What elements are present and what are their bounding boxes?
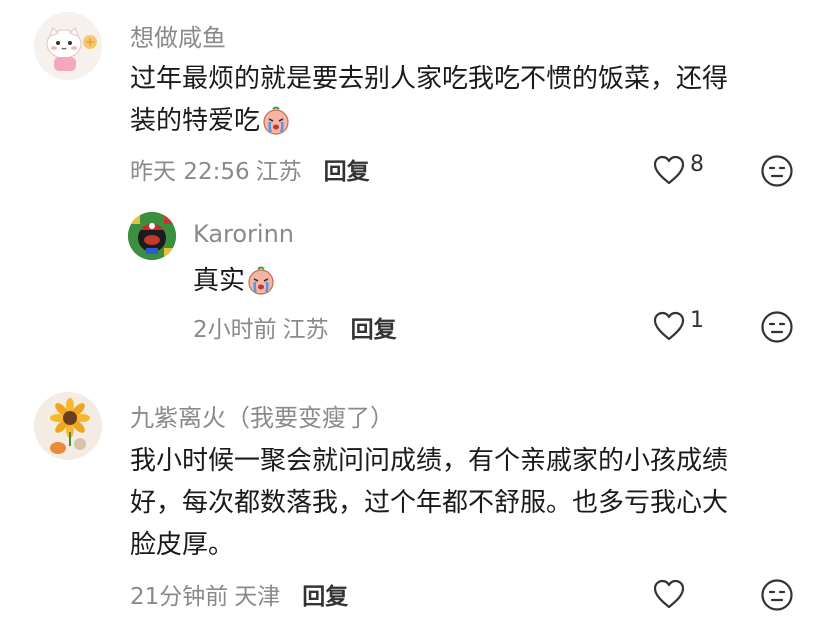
comment-text-line: 好，每次都数落我，过个年都不舒服。也多亏我心大	[130, 488, 729, 518]
comment-meta: 昨天 22:56 江苏 回复	[130, 152, 370, 186]
dislike-button[interactable]	[760, 578, 794, 616]
heart-icon	[653, 155, 685, 185]
location: 天津	[234, 584, 281, 610]
comment-text-line: 过年最烦的就是要去别人家吃我吃不惯的饭菜，还得	[130, 64, 729, 94]
comment-text: 过年最烦的就是要去别人家吃我吃不惯的饭菜，还得 装的特爱吃	[130, 58, 800, 142]
heart-icon	[653, 579, 685, 609]
comment-text-line: 真实	[193, 266, 246, 296]
like-button[interactable]	[652, 578, 686, 610]
comment-text-line: 我小时候一聚会就问问成绩，有个亲戚家的小孩成绩	[130, 446, 729, 476]
comment-item: 九紫离火（我要变瘦了） 我小时候一聚会就问问成绩，有个亲戚家的小孩成绩 好，每次…	[0, 380, 828, 635]
crying-peach-emoji	[263, 106, 289, 135]
cat-avatar-icon	[34, 12, 102, 80]
dislike-button[interactable]	[760, 310, 794, 348]
like-count: 1	[690, 308, 704, 333]
avatar[interactable]	[34, 392, 102, 460]
username[interactable]: Karorinn	[193, 220, 294, 248]
sunflower-avatar-icon	[34, 392, 102, 460]
comment-item: 想做咸鱼 过年最烦的就是要去别人家吃我吃不惯的饭菜，还得 装的特爱吃 昨天 22…	[0, 0, 828, 200]
crying-peach-emoji	[248, 266, 274, 295]
username[interactable]: 想做咸鱼	[130, 18, 226, 53]
reply-button[interactable]: 回复	[302, 577, 348, 611]
reply-button[interactable]: 回复	[351, 310, 397, 344]
neutral-face-icon	[761, 311, 793, 343]
comment-text: 我小时候一聚会就问问成绩，有个亲戚家的小孩成绩 好，每次都数落我，过个年都不舒服…	[130, 440, 800, 566]
comment-text: 真实	[193, 260, 277, 302]
neutral-face-icon	[761, 155, 793, 187]
mario-avatar-icon	[128, 212, 176, 260]
dislike-button[interactable]	[760, 154, 794, 192]
like-button[interactable]: 8	[652, 152, 704, 186]
heart-icon	[653, 311, 685, 341]
location: 江苏	[282, 317, 329, 343]
like-button[interactable]: 1	[652, 308, 704, 342]
timestamp: 2小时前	[193, 317, 277, 343]
reply-item: Karorinn 真实 2小时前 江苏 回复 1	[0, 200, 828, 360]
comment-text-line: 装的特爱吃	[130, 106, 261, 136]
reply-button[interactable]: 回复	[324, 152, 370, 186]
comment-text-line: 脸皮厚。	[130, 530, 235, 560]
username[interactable]: 九紫离火（我要变瘦了）	[130, 398, 394, 433]
avatar[interactable]	[128, 212, 176, 260]
timestamp: 21分钟前	[130, 584, 229, 610]
like-count: 8	[690, 152, 704, 177]
location: 江苏	[255, 159, 302, 185]
timestamp: 昨天 22:56	[130, 159, 250, 185]
comment-meta: 21分钟前 天津 回复	[130, 577, 348, 611]
comment-meta: 2小时前 江苏 回复	[193, 310, 397, 344]
neutral-face-icon	[761, 579, 793, 611]
avatar[interactable]	[34, 12, 102, 80]
